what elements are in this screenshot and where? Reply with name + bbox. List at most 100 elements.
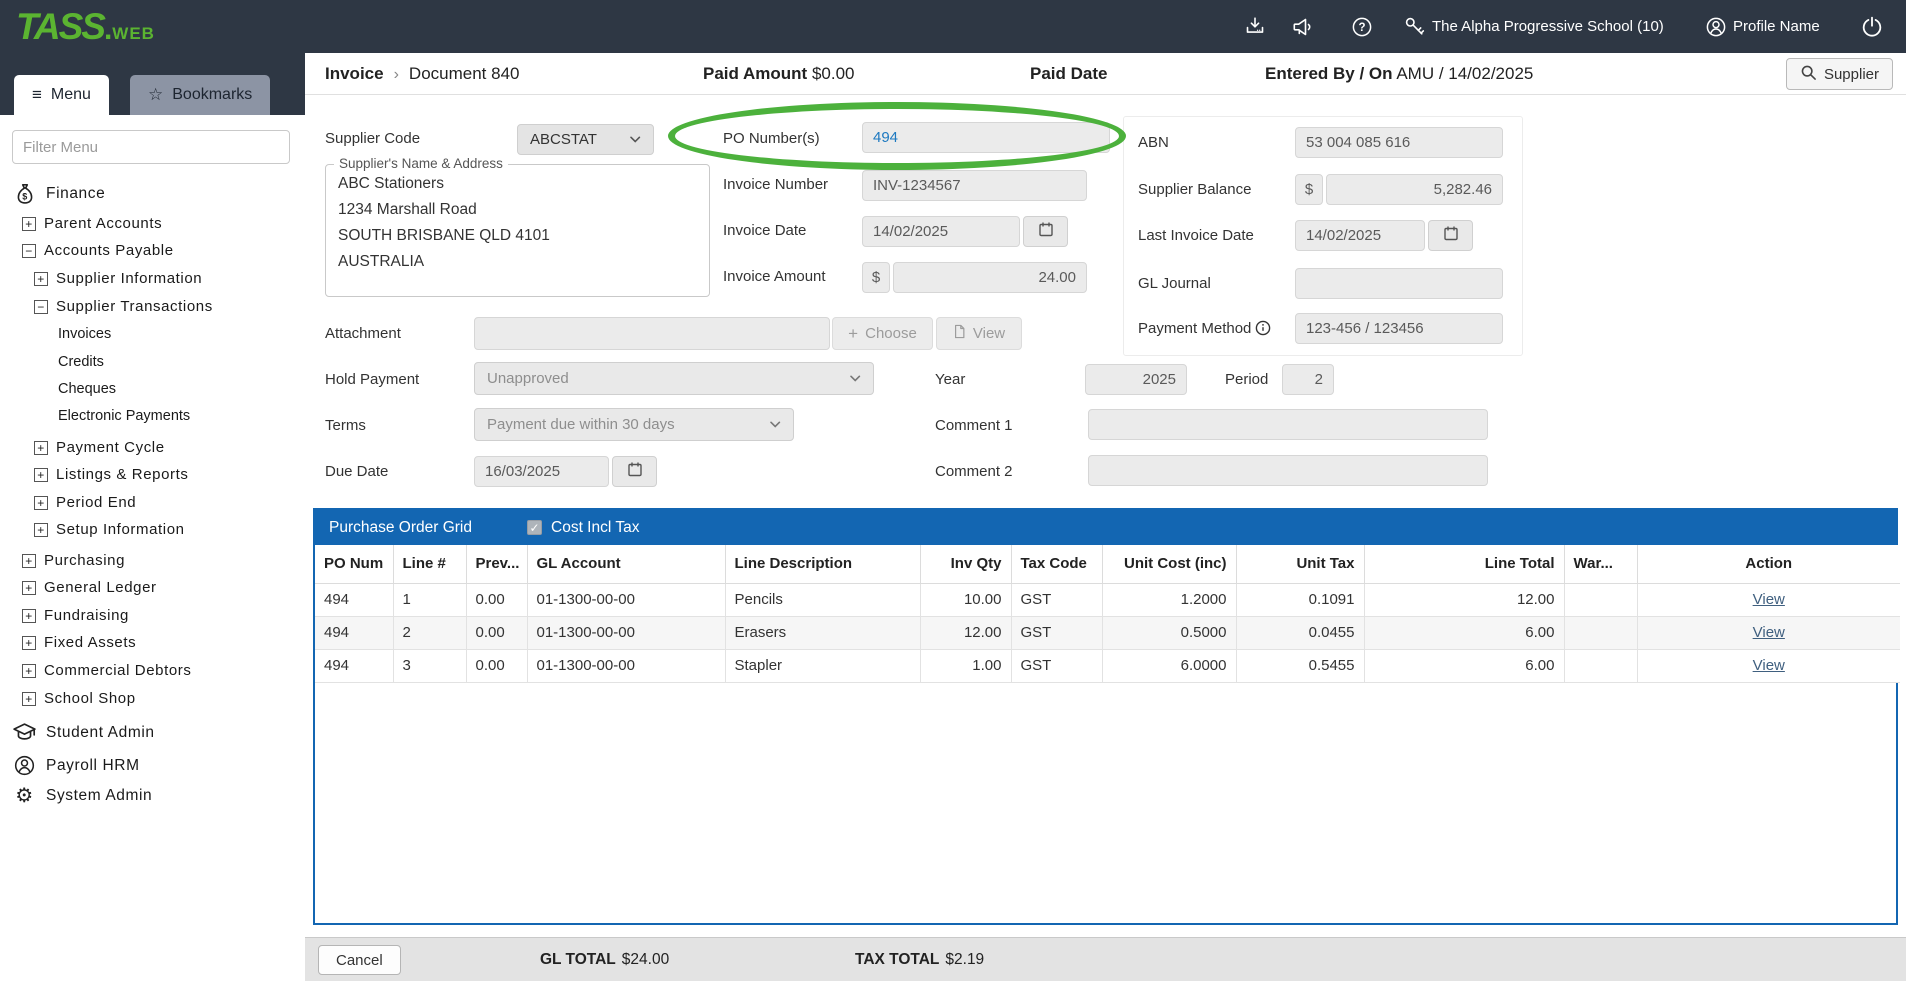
sidebar-item-fixed-assets[interactable]: +Fixed Assets xyxy=(0,629,136,656)
sidebar-item-label: Invoices xyxy=(58,326,111,342)
last-invoice-date-calendar-button[interactable] xyxy=(1428,220,1473,251)
sidebar-item-setup-information[interactable]: + Setup Information xyxy=(0,516,185,543)
column-header-prev: Prev... xyxy=(466,545,527,583)
sidebar-item-system-admin[interactable]: ⚙System Admin xyxy=(0,779,152,812)
sidebar-item-listings-reports[interactable]: +Listings & Reports xyxy=(0,461,189,488)
sidebar-item-period-end[interactable]: +Period End xyxy=(0,489,136,516)
attachment-view-button[interactable]: View xyxy=(936,317,1022,350)
sidebar-item-label: Cheques xyxy=(58,381,116,397)
sidebar-item-fundraising[interactable]: +Fundraising xyxy=(0,602,129,629)
view-line-link[interactable]: View xyxy=(1753,657,1785,674)
collapse-icon[interactable]: − xyxy=(34,300,48,314)
sidebar-item-commercial-debtors[interactable]: + Commercial Debtors xyxy=(0,657,192,684)
sidebar-item-school-shop[interactable]: +School Shop xyxy=(0,685,136,712)
due-date-input[interactable]: 16/03/2025 xyxy=(474,456,609,487)
table-cell xyxy=(1564,583,1637,616)
due-date-calendar-button[interactable] xyxy=(612,456,657,487)
abn-input[interactable]: 53 004 085 616 xyxy=(1295,127,1503,158)
comment1-input[interactable] xyxy=(1088,409,1488,440)
table-cell xyxy=(1564,649,1637,682)
supplier-button[interactable]: Supplier xyxy=(1786,58,1893,90)
megaphone-icon[interactable] xyxy=(1290,15,1314,39)
terms-select[interactable]: Payment due within 30 days xyxy=(474,408,794,441)
hold-payment-select[interactable]: Unapproved xyxy=(474,362,874,395)
column-header-action: Action xyxy=(1637,545,1900,583)
power-icon[interactable] xyxy=(1860,15,1884,39)
help-icon[interactable]: ? xyxy=(1350,15,1374,39)
profile-name-label[interactable]: Profile Name xyxy=(1733,18,1820,35)
cost-incl-tax-checkbox[interactable]: ✓ xyxy=(527,520,542,535)
supplier-balance-input[interactable]: 5,282.46 xyxy=(1326,174,1503,205)
comment1-label: Comment 1 xyxy=(935,417,1013,434)
po-numbers-input[interactable]: 494 xyxy=(862,122,1110,153)
sidebar-item-label: Student Admin xyxy=(46,724,155,742)
expand-icon[interactable]: + xyxy=(22,217,36,231)
cancel-button[interactable]: Cancel xyxy=(318,945,401,975)
invoice-amount-label: Invoice Amount xyxy=(723,268,826,285)
sidebar-item-invoices[interactable]: Invoices xyxy=(0,320,111,347)
sidebar-item-general-ledger[interactable]: +General Ledger xyxy=(0,574,157,601)
sidebar-item-electronic-payments[interactable]: Electronic Payments xyxy=(0,402,190,429)
sidebar-nav: $Finance+Parent Accounts−Accounts Payabl… xyxy=(0,0,305,981)
expand-icon[interactable]: + xyxy=(22,609,36,623)
table-header-row: PO NumLine #Prev...GL AccountLine Descri… xyxy=(315,545,1900,583)
attachment-choose-button[interactable]: + Choose xyxy=(832,317,933,350)
expand-icon[interactable]: + xyxy=(34,272,48,286)
profile-icon[interactable] xyxy=(1704,15,1728,39)
year-input[interactable]: 2025 xyxy=(1085,364,1187,395)
sidebar-item-payroll-hrm[interactable]: Payroll HRM xyxy=(0,749,140,782)
expand-icon[interactable]: + xyxy=(34,441,48,455)
sidebar-item-label: Purchasing xyxy=(44,552,125,569)
view-line-link[interactable]: View xyxy=(1753,591,1785,608)
sidebar-item-cheques[interactable]: Cheques xyxy=(0,375,116,402)
expand-icon[interactable]: + xyxy=(34,468,48,482)
collapse-icon[interactable]: − xyxy=(22,244,36,258)
info-icon[interactable] xyxy=(1255,320,1271,340)
comment2-input[interactable] xyxy=(1088,455,1488,486)
expand-icon[interactable]: + xyxy=(22,554,36,568)
table-cell: 12.00 xyxy=(1364,583,1564,616)
invoice-number-input[interactable]: INV-1234567 xyxy=(862,170,1087,201)
gl-total-label: GL TOTAL xyxy=(540,951,616,968)
sidebar-item-supplier-transactions[interactable]: −Supplier Transactions xyxy=(0,293,213,320)
expand-icon[interactable]: + xyxy=(34,496,48,510)
download-icon[interactable] xyxy=(1243,15,1267,39)
sidebar-item-label: Commercial Debtors xyxy=(44,662,192,679)
last-invoice-date-input[interactable]: 14/02/2025 xyxy=(1295,220,1425,251)
supplier-code-label: Supplier Code xyxy=(325,130,420,147)
expand-icon[interactable]: + xyxy=(22,692,36,706)
view-line-link[interactable]: View xyxy=(1753,624,1785,641)
comment2-label: Comment 2 xyxy=(935,463,1013,480)
sidebar-item-label: Setup Information xyxy=(56,521,185,538)
sidebar-item-parent-accounts[interactable]: +Parent Accounts xyxy=(0,210,162,237)
supplier-balance-label: Supplier Balance xyxy=(1138,181,1251,198)
sidebar-item-credits[interactable]: Credits xyxy=(0,348,104,375)
key-icon[interactable] xyxy=(1403,15,1427,39)
payment-method-input[interactable]: 123-456 / 123456 xyxy=(1295,313,1503,344)
invoice-amount-input[interactable]: 24.00 xyxy=(893,262,1087,293)
sidebar-item-finance[interactable]: $Finance xyxy=(0,177,105,210)
invoice-date-calendar-button[interactable] xyxy=(1023,216,1068,247)
invoice-number-label: Invoice Number xyxy=(723,176,828,193)
sidebar-item-student-admin[interactable]: Student Admin xyxy=(0,716,155,749)
expand-icon[interactable]: + xyxy=(22,636,36,650)
gl-journal-input[interactable] xyxy=(1295,268,1503,299)
expand-icon[interactable]: + xyxy=(22,664,36,678)
school-name-label[interactable]: The Alpha Progressive School (10) xyxy=(1432,18,1664,35)
sidebar-item-supplier-information[interactable]: +Supplier Information xyxy=(0,265,202,292)
sidebar-item-payment-cycle[interactable]: +Payment Cycle xyxy=(0,434,165,461)
chevron-down-icon xyxy=(770,416,781,433)
tax-total: TAX TOTAL$2.19 xyxy=(855,951,984,969)
sidebar-item-label: Electronic Payments xyxy=(58,408,190,424)
attachment-input[interactable] xyxy=(474,317,830,350)
table-cell: View xyxy=(1637,616,1900,649)
supplier-code-select[interactable]: ABCSTAT xyxy=(517,124,654,155)
sidebar-item-purchasing[interactable]: + Purchasing xyxy=(0,547,125,574)
sidebar-item-accounts-payable[interactable]: −Accounts Payable xyxy=(0,237,174,264)
supplier-address-lines: ABC Stationers1234 Marshall RoadSOUTH BR… xyxy=(338,171,697,275)
invoice-date-input[interactable]: 14/02/2025 xyxy=(862,216,1020,247)
expand-icon[interactable]: + xyxy=(22,581,36,595)
expand-icon[interactable]: + xyxy=(34,523,48,537)
breadcrumb-parent[interactable]: Invoice xyxy=(325,64,384,83)
period-input[interactable]: 2 xyxy=(1282,364,1334,395)
